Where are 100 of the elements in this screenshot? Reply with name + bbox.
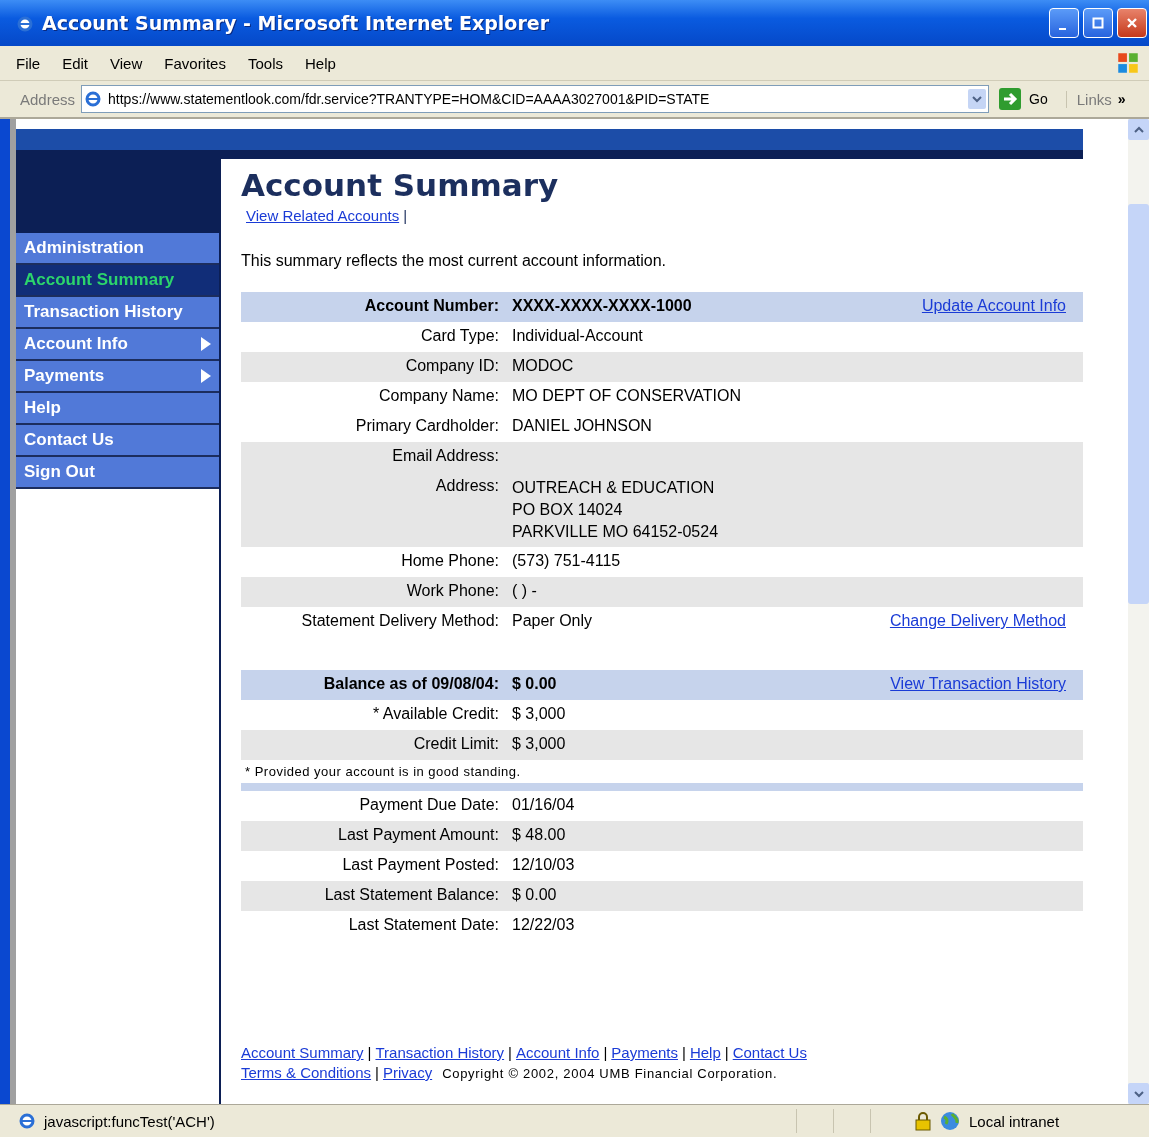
field-label: Last Statement Balance: [323, 886, 499, 904]
separator: | [403, 207, 408, 224]
nav-item[interactable]: Account Info [16, 329, 219, 361]
field-value: PARKVILLE MO 64152-0524 [512, 522, 720, 542]
separator: | [375, 1063, 379, 1083]
caret-down-icon [1133, 1089, 1144, 1098]
field-value: ( ) - [512, 582, 538, 600]
browser-icon [16, 14, 34, 32]
status-text: javascript:funcTest('ACH') [44, 1112, 216, 1130]
field-value: MODOC [512, 357, 575, 375]
related-accounts-link[interactable]: View Related Accounts [246, 207, 400, 224]
security-zone: Local intranet [969, 1112, 1061, 1130]
field-label: Balance as of 09/08/04: [322, 675, 499, 693]
minimize-button[interactable] [1049, 8, 1079, 38]
field-label: Work Phone: [405, 582, 499, 600]
footer-link[interactable]: Privacy [382, 1063, 433, 1083]
footer-link[interactable]: Terms & Conditions [241, 1063, 372, 1083]
footnote: * Provided your account is in good standing. [244, 763, 522, 781]
field-value: XXXX-XXXX-XXXX-1000 [512, 297, 693, 315]
dropdown-icon[interactable] [968, 89, 987, 109]
field-label: Last Payment Posted: [341, 856, 499, 874]
field-label: * Available Credit: [372, 705, 499, 723]
footer-link[interactable]: Account Summary [241, 1043, 364, 1063]
field-value: Individual-Account [512, 327, 644, 345]
menu-item[interactable]: Help [305, 54, 336, 72]
scroll-up-button[interactable] [1128, 119, 1149, 140]
caret-up-icon [1133, 125, 1144, 134]
maximize-icon [1092, 17, 1104, 29]
minimize-icon [1059, 28, 1066, 30]
nav-item[interactable]: Account Summary [16, 265, 219, 297]
field-value: $ 3,000 [512, 735, 567, 753]
intro-text: This summary reflects the most current account information. [241, 252, 668, 270]
separator: | [724, 1043, 729, 1063]
lock-icon [915, 1111, 931, 1131]
field-value: MO DEPT OF CONSERVATION [512, 387, 743, 405]
action-link[interactable]: Update Account Info [921, 297, 1066, 315]
globe-icon [939, 1110, 961, 1132]
field-label: Last Payment Amount: [337, 826, 499, 844]
field-label: Company ID: [404, 357, 499, 375]
go-button[interactable]: Go [995, 88, 1060, 110]
footer-link[interactable]: Account Info [516, 1043, 600, 1063]
footer-link[interactable]: Payments [611, 1043, 678, 1063]
nav-item[interactable]: Administration [16, 233, 219, 265]
nav-item[interactable]: Sign Out [16, 457, 219, 489]
page-title: Account Summary [241, 167, 560, 203]
nav-item[interactable]: Contact Us [16, 425, 219, 457]
field-value: $ 48.00 [512, 826, 567, 844]
field-value: $ 0.00 [512, 886, 558, 904]
field-value: Paper Only [512, 612, 594, 630]
action-link[interactable]: Change Delivery Method [889, 612, 1066, 630]
field-label: Payment Due Date: [358, 796, 499, 814]
scroll-down-button[interactable] [1128, 1083, 1149, 1104]
field-label: Account Number: [363, 297, 499, 315]
action-link[interactable]: View Transaction History [890, 675, 1066, 693]
field-value: $ 3,000 [512, 705, 567, 723]
separator: | [682, 1043, 686, 1063]
separator: | [603, 1043, 608, 1063]
address-label: Address [20, 90, 76, 108]
footer-link[interactable]: Contact Us [732, 1043, 807, 1063]
page-icon [84, 90, 103, 108]
field-label: Company Name: [377, 387, 499, 405]
window-title: Account Summary - Microsoft Internet Explorer [42, 12, 550, 34]
separator: | [508, 1043, 512, 1063]
windows-logo-icon [1115, 50, 1141, 76]
menu-item[interactable]: Tools [247, 54, 283, 72]
field-value: 12/10/03 [512, 856, 576, 874]
address-field[interactable]: https://www.statementlook.com/fdr.service?TRANTYPE=HOM&CID=AAAA3027001&PID=STATE [81, 85, 990, 113]
nav-item[interactable]: Payments [16, 361, 219, 393]
footer-link[interactable]: Transaction History [375, 1043, 505, 1063]
field-label: Home Phone: [400, 552, 499, 570]
field-value: $ 0.00 [512, 675, 558, 693]
menu-item[interactable]: Edit [62, 54, 89, 72]
field-label: Card Type: [420, 327, 499, 345]
links-button[interactable]: Links [1065, 90, 1112, 108]
menu-item[interactable]: File [16, 54, 41, 72]
field-label: Email Address: [391, 447, 499, 465]
scrollbar[interactable] [1128, 119, 1149, 1104]
close-button[interactable] [1117, 8, 1147, 38]
copyright-text: Copyright © 2002, 2004 UMB Financial Corporation. [442, 1065, 778, 1083]
close-icon [1126, 17, 1138, 29]
field-label: Primary Cardholder: [354, 417, 499, 435]
separator: | [367, 1043, 372, 1063]
page-icon [18, 1112, 36, 1130]
field-value: OUTREACH & EDUCATION [512, 478, 716, 498]
field-value: 01/16/04 [512, 796, 576, 814]
menu-item[interactable]: Favorites [164, 54, 226, 72]
footer-link[interactable]: Help [689, 1043, 721, 1063]
field-label: Statement Delivery Method: [300, 612, 499, 630]
menu-item[interactable]: View [110, 54, 143, 72]
nav-item[interactable]: Help [16, 393, 219, 425]
field-label: Credit Limit: [412, 735, 499, 753]
chevron-icon[interactable]: » [1117, 91, 1126, 107]
field-value: (573) 751-4115 [512, 552, 622, 570]
field-value: DANIEL JOHNSON [512, 417, 653, 435]
field-label: Last Statement Date: [347, 916, 499, 934]
nav-item[interactable]: Transaction History [16, 297, 219, 329]
maximize-button[interactable] [1083, 8, 1113, 38]
field-value: 12/22/03 [512, 916, 576, 934]
field-label: Address: [434, 477, 499, 495]
field-value: PO BOX 14024 [512, 500, 624, 520]
